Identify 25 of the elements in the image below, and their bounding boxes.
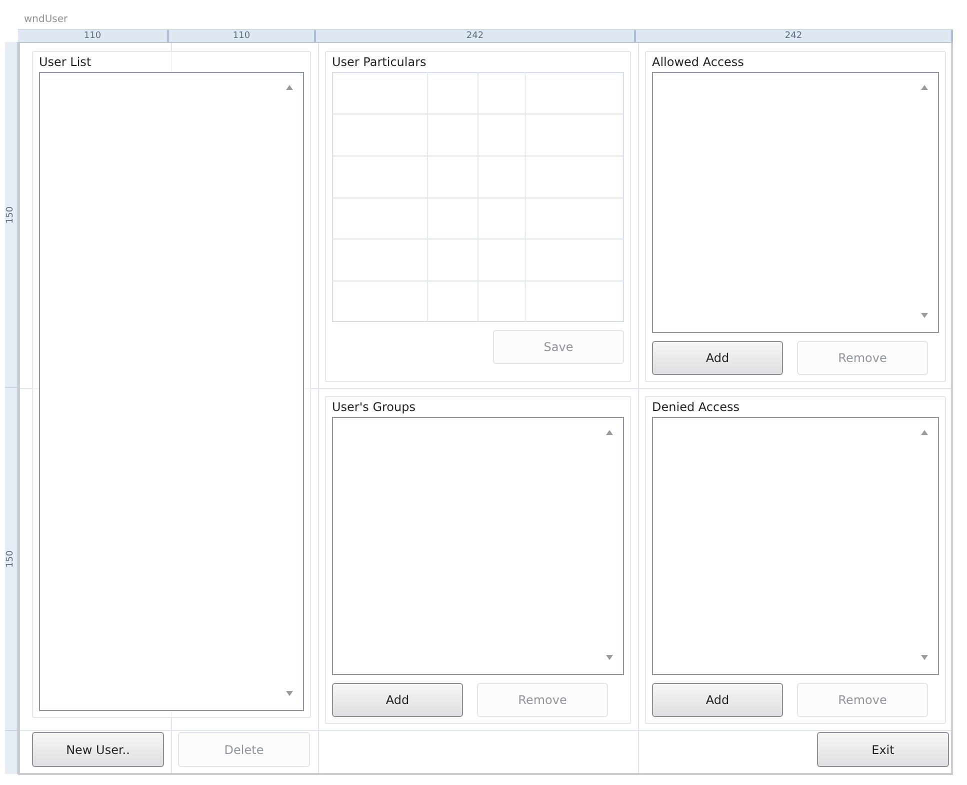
ruler-label: 150 — [6, 206, 16, 224]
ruler-label: 242 — [784, 31, 802, 41]
panel-title: User's Groups — [332, 400, 417, 414]
panel-title: Denied Access — [652, 400, 740, 414]
panel-title: User Particulars — [332, 55, 428, 69]
scroll-down-icon[interactable] — [921, 655, 928, 660]
ruler-label: 110 — [84, 31, 102, 41]
ruler-label: 110 — [232, 31, 250, 41]
action-button[interactable]: Add — [652, 683, 783, 717]
ruler-label: 150 — [6, 550, 16, 568]
scroll-up-icon[interactable] — [286, 85, 293, 90]
action-button[interactable]: New User.. — [32, 732, 164, 767]
panel-title: Allowed Access — [652, 55, 745, 69]
action-button[interactable]: Add — [332, 683, 463, 717]
panel-title: User List — [39, 55, 92, 69]
action-button[interactable]: Add — [652, 341, 783, 375]
scroll-up-icon[interactable] — [606, 430, 613, 435]
scroll-down-icon[interactable] — [286, 691, 293, 696]
scroll-down-icon[interactable] — [921, 313, 928, 318]
scroll-up-icon[interactable] — [921, 430, 928, 435]
scroll-down-icon[interactable] — [606, 655, 613, 660]
window-title: wndUser — [23, 13, 69, 27]
exit-button[interactable]: Exit — [817, 732, 949, 767]
ruler-label: 242 — [466, 31, 484, 41]
scroll-up-icon[interactable] — [921, 85, 928, 90]
